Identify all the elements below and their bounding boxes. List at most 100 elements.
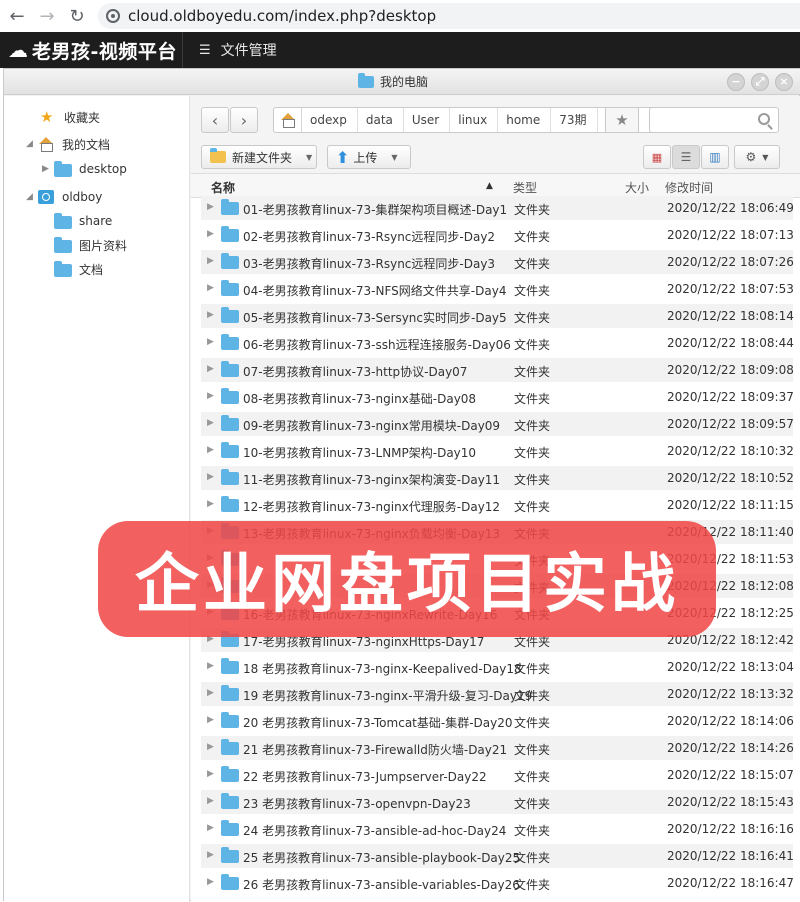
table-row[interactable]: ▶ 12-老男孩教育linux-73-nginx代理服务-Day12 文件夹 2020…	[201, 493, 794, 517]
back-button[interactable]: ←	[2, 0, 32, 32]
table-row[interactable]: ▶ 04-老男孩教育linux-73-NFS网络文件共享-Day4 文件夹 2020/…	[201, 277, 794, 301]
file-name[interactable]: 19 老男孩教育linux-73-nginx-平滑升级-复习-Day19	[243, 687, 532, 704]
file-name[interactable]: 04-老男孩教育linux-73-NFS网络文件共享-Day4	[243, 282, 506, 299]
file-name[interactable]: 21 老男孩教育linux-73-Firewalld防火墙-Day21	[243, 741, 507, 758]
table-row[interactable]: ▶ 03-老男孩教育linux-73-Rsync远程同步-Day3 文件夹 2020/…	[201, 250, 794, 274]
table-row[interactable]: ▶ 19 老男孩教育linux-73-nginx-平滑升级-复习-Day19 文件夹…	[201, 682, 794, 706]
chevron-right-icon[interactable]: ▶	[42, 164, 54, 174]
table-row[interactable]: ▶ 22 老男孩教育linux-73-Jumpserver-Day22 文件夹 202…	[201, 763, 794, 787]
file-name[interactable]: 06-老男孩教育linux-73-ssh远程连接服务-Day06	[243, 336, 511, 353]
table-row[interactable]: ▶ 02-老男孩教育linux-73-Rsync远程同步-Day2 文件夹 2020/…	[201, 223, 794, 247]
table-row[interactable]: ▶ 05-老男孩教育linux-73-Sersync实时同步-Day5 文件夹 202…	[201, 304, 794, 328]
table-row[interactable]: ▶ 21 老男孩教育linux-73-Firewalld防火墙-Day21 文件夹 2…	[201, 736, 794, 760]
chevron-right-icon[interactable]: ▶	[207, 661, 214, 671]
maximize-button[interactable]: ⤢	[751, 73, 769, 91]
chevron-right-icon[interactable]: ▶	[207, 391, 214, 401]
chevron-right-icon[interactable]: ▶	[207, 499, 214, 509]
chevron-right-icon[interactable]: ▶	[207, 715, 214, 725]
chevron-right-icon[interactable]: ▶	[207, 310, 214, 320]
table-row[interactable]: ▶ 23 老男孩教育linux-73-openvpn-Day23 文件夹 2020/1…	[201, 790, 794, 814]
chevron-right-icon[interactable]: ▶	[207, 364, 214, 374]
address-bar[interactable]: cloud.oldboyedu.com/index.php?desktop	[98, 3, 800, 29]
file-name[interactable]: 11-老男孩教育linux-73-nginx架构演变-Day11	[243, 471, 500, 488]
chevron-down-icon[interactable]: ◢	[26, 192, 38, 202]
chevron-right-icon[interactable]: ▶	[207, 796, 214, 806]
file-name[interactable]: 02-老男孩教育linux-73-Rsync远程同步-Day2	[243, 228, 495, 245]
chevron-right-icon[interactable]: ▶	[207, 337, 214, 347]
sidebar-item-share[interactable]: share	[54, 210, 112, 232]
file-manager-menu[interactable]: ☰ 文件管理	[183, 40, 277, 60]
minimize-button[interactable]: −	[727, 73, 745, 91]
new-folder-button[interactable]: 新建文件夹 ▼	[201, 145, 317, 169]
file-name[interactable]: 23 老男孩教育linux-73-openvpn-Day23	[243, 795, 471, 812]
forward-button[interactable]: →	[32, 0, 62, 32]
table-row[interactable]: ▶ 25 老男孩教育linux-73-ansible-playbook-Day25…	[201, 844, 794, 868]
sidebar-item-my-docs[interactable]: ◢ 我的文档	[26, 133, 110, 155]
favorite-star-button[interactable]: ★	[605, 107, 639, 133]
table-row[interactable]: ▶ 11-老男孩教育linux-73-nginx架构演变-Day11 文件夹 2020…	[201, 466, 794, 490]
breadcrumb-item[interactable]: linux	[450, 108, 499, 132]
nav-back-button[interactable]: ‹	[201, 107, 229, 133]
table-row[interactable]: ▶ 10-老男孩教育linux-73-LNMP架构-Day10 文件夹 2020/12…	[201, 439, 794, 463]
window-titlebar[interactable]: 我的电脑 − ⤢ ×	[4, 69, 800, 95]
search-input[interactable]	[649, 107, 779, 133]
app-logo[interactable]: ☁ 老男孩-视频平台	[0, 32, 183, 68]
column-type[interactable]: 类型	[513, 179, 537, 196]
chevron-right-icon[interactable]: ▶	[207, 256, 214, 266]
breadcrumb-item[interactable]: 73期	[551, 108, 598, 132]
file-name[interactable]: 07-老男孩教育linux-73-http协议-Day07	[243, 363, 467, 380]
column-size[interactable]: 大小	[625, 179, 649, 196]
view-split-button[interactable]: ▥	[701, 145, 729, 169]
view-icons-button[interactable]: ▦	[643, 145, 671, 169]
file-name[interactable]: 22 老男孩教育linux-73-Jumpserver-Day22	[243, 768, 487, 785]
view-list-button[interactable]: ☰	[672, 145, 700, 169]
table-row[interactable]: ▶ 26 老男孩教育linux-73-ansible-variables-Day2…	[201, 871, 794, 895]
sidebar-item-favorites[interactable]: ★ 收藏夹	[40, 106, 100, 128]
chevron-right-icon[interactable]: ▶	[207, 742, 214, 752]
sidebar-item-desktop[interactable]: ▶ desktop	[42, 158, 127, 180]
chevron-right-icon[interactable]: ▶	[207, 877, 214, 887]
search-icon[interactable]	[758, 113, 770, 125]
chevron-down-icon[interactable]: ◢	[26, 139, 38, 149]
table-row[interactable]: ▶ 01-老男孩教育linux-73-集群架构项目概述-Day1 文件夹 2020/1…	[201, 196, 794, 220]
file-name[interactable]: 24 老男孩教育linux-73-ansible-ad-hoc-Day24	[243, 822, 506, 839]
file-name[interactable]: 05-老男孩教育linux-73-Sersync实时同步-Day5	[243, 309, 507, 326]
file-name[interactable]: 12-老男孩教育linux-73-nginx代理服务-Day12	[243, 498, 500, 515]
table-row[interactable]: ▶ 06-老男孩教育linux-73-ssh远程连接服务-Day06 文件夹 2020…	[201, 331, 794, 355]
file-name[interactable]: 10-老男孩教育linux-73-LNMP架构-Day10	[243, 444, 476, 461]
column-modified[interactable]: 修改时间	[665, 179, 713, 196]
breadcrumb-item[interactable]: odexp	[302, 108, 358, 132]
file-name[interactable]: 20 老男孩教育linux-73-Tomcat基础-集群-Day20	[243, 714, 513, 731]
breadcrumb-home[interactable]	[274, 108, 302, 132]
site-info-icon[interactable]	[106, 9, 120, 23]
chevron-right-icon[interactable]: ▶	[207, 769, 214, 779]
breadcrumb-item[interactable]: home	[498, 108, 552, 132]
chevron-right-icon[interactable]: ▶	[207, 850, 214, 860]
sort-up-icon[interactable]: ▲	[486, 181, 493, 191]
table-row[interactable]: ▶ 07-老男孩教育linux-73-http协议-Day07 文件夹 2020/12…	[201, 358, 794, 382]
chevron-right-icon[interactable]: ▶	[207, 472, 214, 482]
file-name[interactable]: 25 老男孩教育linux-73-ansible-playbook-Day25	[243, 849, 520, 866]
chevron-right-icon[interactable]: ▶	[207, 445, 214, 455]
chevron-right-icon[interactable]: ▶	[207, 823, 214, 833]
settings-dropdown-button[interactable]: ⚙ ▼	[734, 145, 780, 169]
chevron-right-icon[interactable]: ▶	[207, 688, 214, 698]
sidebar-item-oldboy[interactable]: ◢ oldboy	[26, 186, 102, 208]
file-name[interactable]: 01-老男孩教育linux-73-集群架构项目概述-Day1	[243, 201, 507, 218]
chevron-right-icon[interactable]: ▶	[207, 229, 214, 239]
column-name[interactable]: 名称	[211, 179, 235, 196]
chevron-right-icon[interactable]: ▶	[207, 418, 214, 428]
sidebar-item-documents[interactable]: 文档	[54, 258, 103, 280]
table-row[interactable]: ▶ 08-老男孩教育linux-73-nginx基础-Day08 文件夹 2020/1…	[201, 385, 794, 409]
chevron-right-icon[interactable]: ▶	[207, 283, 214, 293]
breadcrumb-item[interactable]: data	[358, 108, 404, 132]
file-name[interactable]: 18 老男孩教育linux-73-nginx-Keepalived-Day18	[243, 660, 522, 677]
table-row[interactable]: ▶ 20 老男孩教育linux-73-Tomcat基础-集群-Day20 文件夹 20…	[201, 709, 794, 733]
sidebar-item-pictures[interactable]: 图片资料	[54, 234, 127, 256]
chevron-right-icon[interactable]: ▶	[207, 202, 214, 212]
breadcrumb-item[interactable]: User	[404, 108, 451, 132]
file-name[interactable]: 03-老男孩教育linux-73-Rsync远程同步-Day3	[243, 255, 495, 272]
upload-button[interactable]: ⬆ 上传 ▼	[327, 145, 411, 169]
table-row[interactable]: ▶ 09-老男孩教育linux-73-nginx常用模块-Day09 文件夹 2020…	[201, 412, 794, 436]
reload-button[interactable]: ↻	[62, 0, 92, 32]
